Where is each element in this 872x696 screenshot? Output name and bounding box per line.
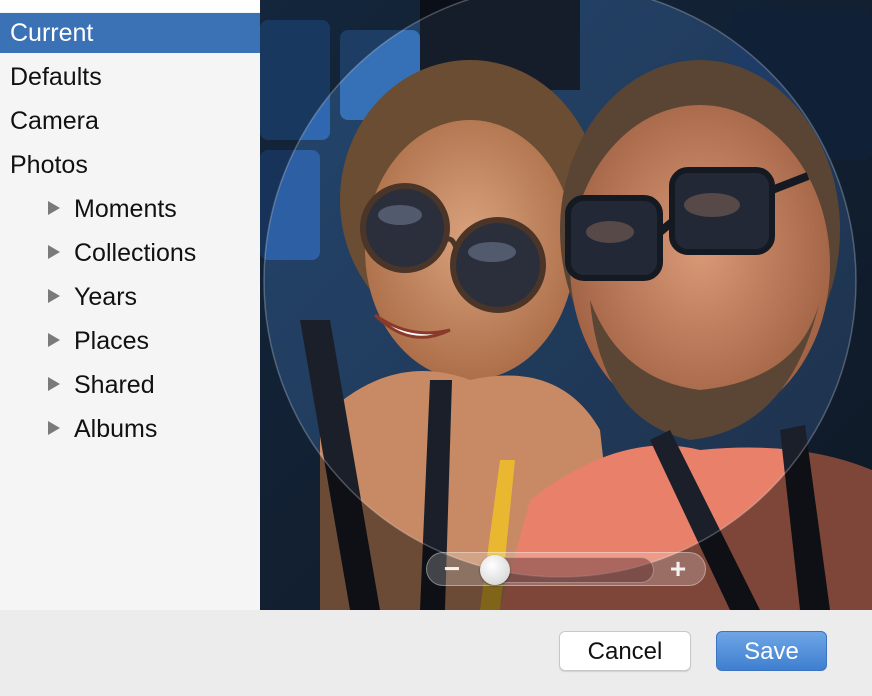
sidebar-item-defaults[interactable]: Defaults (0, 57, 260, 97)
sidebar-item-label: Photos (10, 151, 88, 179)
sidebar-item-label: Camera (10, 107, 99, 135)
sidebar-item-label: Places (74, 327, 150, 355)
disclosure-triangle-icon[interactable] (48, 245, 60, 260)
disclosure-triangle-icon[interactable] (48, 333, 60, 348)
disclosure-triangle-icon[interactable] (48, 289, 60, 304)
cancel-button[interactable]: Cancel (559, 631, 691, 671)
sidebar-item-places[interactable]: Places (0, 321, 260, 361)
disclosure-triangle-icon[interactable] (48, 201, 60, 216)
sidebar-item-label: Albums (74, 415, 158, 443)
profile-photo[interactable] (260, 0, 872, 610)
sidebar-item-shared[interactable]: Shared (0, 365, 260, 405)
zoom-slider-knob[interactable] (480, 555, 510, 585)
sidebar-item-camera[interactable]: Camera (0, 101, 260, 141)
sidebar-item-years[interactable]: Years (0, 277, 260, 317)
zoom-in-icon[interactable]: + (666, 552, 690, 586)
sidebar-item-photos[interactable]: Photos (0, 145, 260, 185)
sidebar-item-collections[interactable]: Collections (0, 233, 260, 273)
save-button[interactable]: Save (716, 631, 827, 671)
sidebar-item-moments[interactable]: Moments (0, 189, 260, 229)
disclosure-triangle-icon[interactable] (48, 421, 60, 436)
sidebar-item-label: Current (10, 19, 94, 47)
source-sidebar: Current Defaults Camera Photos Moments C… (0, 0, 260, 610)
crop-dim-overlay (260, 0, 872, 610)
zoom-out-icon[interactable]: − (442, 552, 462, 586)
sidebar-item-label: Collections (74, 239, 197, 267)
sidebar-item-current[interactable]: Current (0, 13, 260, 53)
sidebar-item-label: Years (74, 283, 138, 311)
sidebar-top-strip (0, 0, 260, 12)
sidebar-item-label: Defaults (10, 63, 102, 91)
sidebar-item-label: Shared (74, 371, 155, 399)
sidebar-item-label: Moments (74, 195, 177, 223)
profile-picture-dialog: Current Defaults Camera Photos Moments C… (0, 0, 872, 696)
sidebar-item-albums[interactable]: Albums (0, 409, 260, 449)
disclosure-triangle-icon[interactable] (48, 377, 60, 392)
photo-crop-area[interactable]: − + (260, 0, 872, 610)
